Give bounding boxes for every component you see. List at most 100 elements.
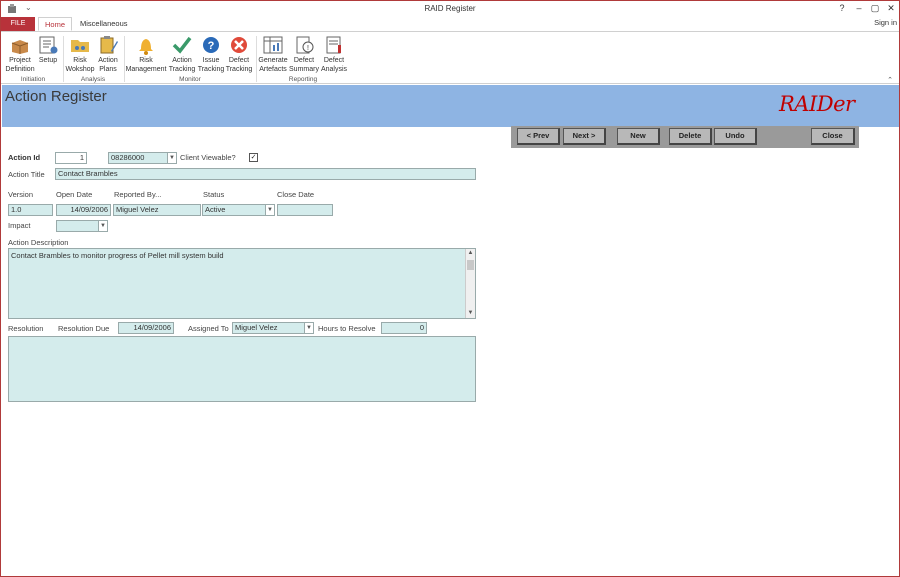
- ribbon-label: Issue: [202, 57, 220, 64]
- form-header: Action Register RAIDer: [2, 85, 899, 127]
- close-date-field[interactable]: [277, 204, 333, 216]
- defect-tracking-button[interactable]: Defect Tracking: [225, 35, 253, 74]
- ribbon-label: Tracking: [225, 65, 253, 73]
- defect-summary-button[interactable]: ! Defect Summary: [288, 35, 320, 74]
- project-code-dropdown[interactable]: 08286000 ▼: [108, 152, 177, 164]
- scroll-down-icon[interactable]: ▼: [466, 309, 475, 318]
- close-window-button[interactable]: ✕: [884, 3, 898, 14]
- status-value: Active: [205, 205, 226, 214]
- form-title: Action Register: [5, 88, 107, 105]
- ribbon-label: Tracking: [168, 65, 196, 73]
- settings-list-icon: [39, 36, 58, 54]
- impact-dropdown[interactable]: ▼: [56, 220, 108, 232]
- ribbon-label: Defect: [228, 57, 250, 64]
- action-description-label: Action Description: [8, 238, 69, 247]
- resolution-due-field[interactable]: 14/09/2006: [118, 322, 174, 334]
- ribbon-label: Tracking: [197, 65, 225, 73]
- action-description-text: Contact Brambles to monitor progress of …: [11, 251, 224, 260]
- tab-home[interactable]: Home: [38, 17, 73, 31]
- ribbon-label: Action: [172, 57, 192, 64]
- chevron-down-icon[interactable]: ▼: [98, 221, 107, 231]
- client-viewable-checkbox[interactable]: ✓: [249, 153, 258, 162]
- status-label: Status: [203, 190, 225, 199]
- ribbon-label: Generate: [258, 57, 288, 64]
- group-separator: [63, 36, 64, 82]
- next-button[interactable]: Next >: [563, 128, 606, 145]
- minimize-button[interactable]: –: [852, 3, 866, 13]
- setup-button[interactable]: Setup: [37, 35, 59, 66]
- tab-miscellaneous[interactable]: Miscellaneous: [74, 17, 134, 31]
- ribbon-label: Management: [125, 65, 167, 73]
- impact-label: Impact: [8, 221, 31, 230]
- report-analysis-icon: [326, 36, 341, 54]
- assigned-to-value: Miguel Velez: [235, 323, 278, 332]
- svg-text:!: !: [307, 45, 309, 52]
- hours-to-resolve-field[interactable]: 0: [381, 322, 427, 334]
- chevron-down-icon[interactable]: ▼: [304, 323, 313, 333]
- ribbon-label: Project: [9, 57, 31, 64]
- collapse-ribbon-button[interactable]: ⌃: [887, 76, 893, 84]
- project-code-value: 08286000: [111, 153, 145, 162]
- maximize-button[interactable]: ▢: [868, 3, 882, 14]
- scroll-thumb[interactable]: [467, 260, 474, 270]
- svg-text:?: ?: [208, 40, 215, 52]
- ribbon: Project Definition Setup Risk Wokshop Ac…: [1, 31, 899, 84]
- risk-management-button[interactable]: Risk Management: [125, 35, 167, 74]
- open-date-label: Open Date: [56, 190, 93, 199]
- document-alert-icon: !: [296, 36, 314, 54]
- undo-button[interactable]: Undo: [714, 128, 757, 145]
- assigned-to-label: Assigned To: [188, 324, 229, 333]
- ribbon-label: Definition: [5, 65, 35, 73]
- ribbon-label: Risk: [139, 57, 153, 64]
- new-button[interactable]: New: [617, 128, 660, 145]
- raider-logo: RAIDer: [779, 92, 855, 116]
- action-description-textarea[interactable]: Contact Brambles to monitor progress of …: [8, 248, 476, 319]
- group-label-initiation: Initiation: [20, 76, 46, 83]
- resolution-textarea[interactable]: [8, 336, 476, 402]
- client-viewable-label: Client Viewable?: [180, 153, 236, 162]
- ribbon-label: Wokshop: [65, 65, 95, 73]
- issue-tracking-button[interactable]: ? Issue Tracking: [197, 35, 225, 74]
- sign-in-link[interactable]: Sign in: [874, 18, 897, 27]
- ribbon-label: Artefacts: [259, 65, 287, 73]
- ribbon-tabs: FILE Home Miscellaneous Sign in: [1, 17, 899, 31]
- ribbon-label: Plans: [99, 65, 117, 73]
- title-bar: ⌄ RAID Register ? – ▢ ✕: [1, 1, 899, 17]
- action-tracking-button[interactable]: Action Tracking: [168, 35, 196, 74]
- risk-wokshop-button[interactable]: Risk Wokshop: [65, 35, 95, 74]
- version-label: Version: [8, 190, 34, 199]
- group-separator: [256, 36, 257, 82]
- ribbon-label: Defect: [293, 57, 315, 64]
- generate-artefacts-button[interactable]: Generate Artefacts: [258, 35, 288, 74]
- action-title-field[interactable]: Contact Brambles: [55, 168, 476, 180]
- ribbon-label: Action: [98, 57, 118, 64]
- defect-analysis-button[interactable]: Defect Analysis: [320, 35, 348, 74]
- reported-by-label[interactable]: Reported By...: [114, 190, 161, 199]
- action-title-label: Action Title: [8, 170, 45, 179]
- action-id-field[interactable]: 1: [55, 152, 87, 164]
- question-circle-icon: ?: [203, 37, 219, 53]
- ribbon-label: Defect: [323, 57, 345, 64]
- action-plans-button[interactable]: Action Plans: [96, 35, 120, 74]
- status-dropdown[interactable]: Active ▼: [202, 204, 275, 216]
- prev-button[interactable]: < Prev: [517, 128, 560, 145]
- action-id-label: Action Id: [8, 153, 41, 162]
- help-button[interactable]: ?: [835, 3, 849, 13]
- delete-button[interactable]: Delete: [669, 128, 712, 145]
- version-field[interactable]: 1.0: [8, 204, 53, 216]
- clipboard-pencil-icon: [100, 36, 118, 54]
- scroll-up-icon[interactable]: ▲: [466, 249, 475, 258]
- open-date-field[interactable]: 14/09/2006: [56, 204, 111, 216]
- chevron-down-icon[interactable]: ▼: [265, 205, 274, 215]
- chevron-down-icon[interactable]: ▼: [167, 153, 176, 163]
- tab-file[interactable]: FILE: [1, 17, 35, 31]
- ribbon-label: Summary: [289, 65, 319, 73]
- close-form-button[interactable]: Close: [811, 128, 855, 145]
- assigned-to-dropdown[interactable]: Miguel Velez ▼: [232, 322, 314, 334]
- window-title: RAID Register: [424, 4, 476, 13]
- error-circle-icon: [231, 37, 247, 53]
- reported-by-field[interactable]: Miguel Velez: [113, 204, 201, 216]
- description-scrollbar[interactable]: ▲ ▼: [465, 249, 475, 318]
- project-definition-button[interactable]: Project Definition: [5, 35, 35, 74]
- hours-to-resolve-label: Hours to Resolve: [318, 324, 376, 333]
